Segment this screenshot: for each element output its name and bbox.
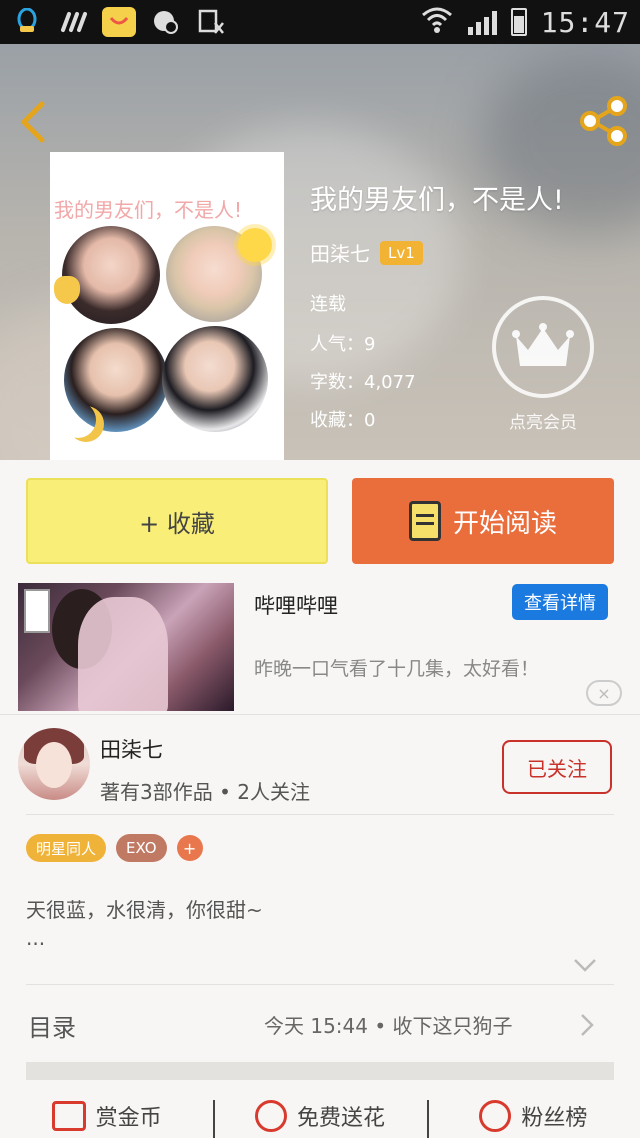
chevron-right-icon[interactable] [580, 1013, 594, 1037]
book-title: 我的男友们，不是人! [310, 185, 564, 216]
following-button[interactable]: 已关注 [502, 740, 612, 794]
favorites-count: 收藏：0 [310, 410, 376, 431]
book-icon [408, 501, 441, 541]
tag-exo[interactable]: EXO [116, 834, 167, 862]
envelope-icon [51, 1101, 86, 1131]
intro-ellipsis: ... [26, 926, 46, 950]
ad-description[interactable]: 昨晚一口气看了十几集，太好看！ [254, 654, 539, 681]
table-of-contents-label[interactable]: 目录 [28, 1008, 76, 1043]
chevron-down-icon[interactable] [572, 954, 598, 976]
tag-list: 明星同人 EXO + [26, 834, 203, 862]
signal-icon [467, 9, 497, 35]
target-icon [479, 1100, 512, 1132]
status-bar: 15:47 [0, 0, 640, 44]
ad-title[interactable]: 哔哩哔哩 [254, 590, 338, 620]
message-icon [148, 7, 182, 37]
cover-portrait [162, 326, 268, 432]
send-flowers-label: 免费送花 [296, 1106, 385, 1131]
start-reading-button[interactable]: 开始阅读 [352, 478, 614, 564]
reward-coins-button[interactable]: 赏金币 [0, 1094, 213, 1138]
cat-decoration-icon [54, 276, 80, 304]
reward-coins-label: 赏金币 [95, 1106, 162, 1131]
author-row[interactable]: 田柒七 Lv1 [310, 238, 423, 267]
serial-status: 连载 [310, 294, 346, 315]
latest-chapter[interactable]: 今天 15:44 • 收下这只狗子 [264, 1010, 513, 1039]
author-stats: 著有3部作品 • 2人关注 [100, 780, 310, 804]
flower-icon [254, 1100, 287, 1132]
qq-icon [10, 7, 44, 37]
book-cover[interactable]: 我的男友们，不是人! [50, 152, 284, 460]
author-card-name[interactable]: 田柒七 [100, 734, 163, 764]
add-to-favorites-button[interactable]: + 收藏 [26, 478, 328, 564]
vip-button[interactable] [492, 296, 594, 398]
share-button[interactable] [578, 96, 628, 146]
start-reading-label: 开始阅读 [452, 508, 557, 539]
bottom-action-bar: 赏金币 免费送花 粉丝榜 [0, 1094, 640, 1138]
fan-ranking-button[interactable]: 粉丝榜 [426, 1094, 640, 1138]
divider [0, 714, 640, 715]
view-details-button[interactable]: 查看详情 [512, 584, 608, 620]
swipe-icon [56, 7, 90, 37]
moon-decoration-icon [60, 402, 96, 438]
add-tag-button[interactable]: + [176, 835, 203, 861]
tag-fandom[interactable]: 明星同人 [26, 834, 107, 862]
fan-ranking-label: 粉丝榜 [521, 1106, 588, 1131]
sun-decoration-icon [238, 228, 272, 262]
app-store-icon [102, 7, 136, 37]
section-spacer [26, 1062, 614, 1080]
cover-portrait [62, 226, 160, 324]
author-avatar[interactable] [18, 728, 90, 800]
crown-icon [512, 323, 574, 366]
divider [26, 814, 614, 815]
word-count: 字数：4,077 [310, 372, 416, 393]
book-intro: 天很蓝，水很清，你很甜~ [26, 898, 263, 922]
wifi-icon [420, 5, 454, 39]
vip-label: 点亮会员 [509, 413, 577, 433]
ad-image[interactable] [18, 583, 234, 711]
level-badge: Lv1 [380, 240, 423, 265]
popularity: 人气：9 [310, 334, 376, 355]
share-icon [580, 96, 627, 146]
chevron-left-icon [21, 101, 45, 143]
send-flowers-button[interactable]: 免费送花 [213, 1094, 426, 1138]
cover-title: 我的男友们，不是人! [54, 198, 243, 222]
close-ad-button[interactable]: × [586, 680, 622, 706]
author-name[interactable]: 田柒七 [310, 238, 370, 267]
book-header: 我的男友们，不是人! 我的男友们，不是人! 田柒七 Lv1 连载 人气：9 字数… [0, 44, 640, 460]
cashier-icon [194, 7, 228, 37]
battery-icon [510, 8, 527, 36]
clock: 15:47 [540, 5, 630, 39]
back-button[interactable] [16, 100, 52, 144]
divider [26, 984, 614, 985]
